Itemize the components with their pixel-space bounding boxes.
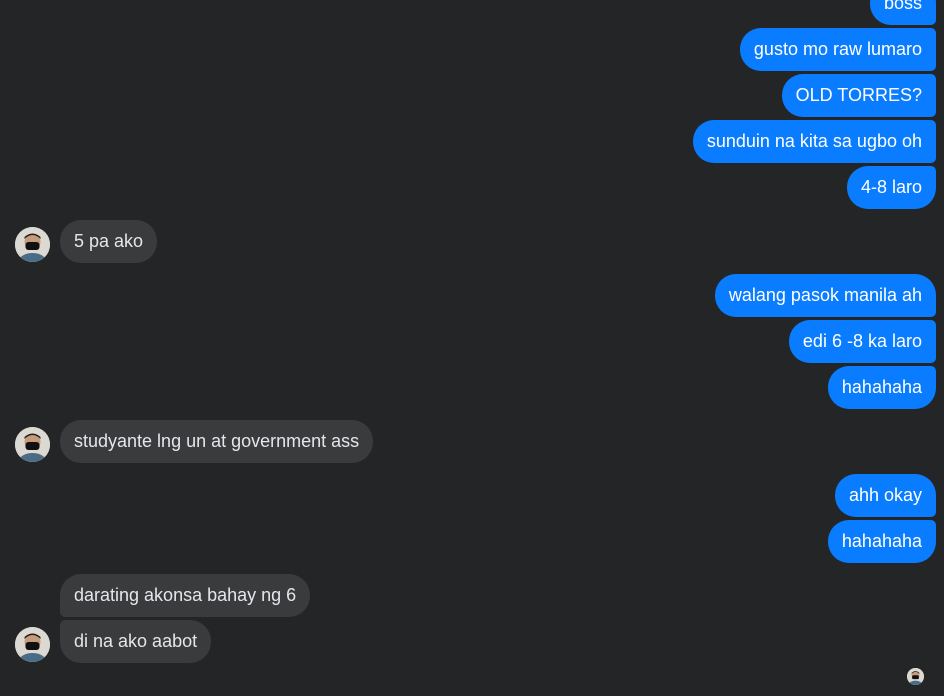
message-bubble-incoming[interactable]: darating akonsa bahay ng 6 [60,574,311,617]
message-bubble-incoming[interactable]: studyante lng un at government ass [60,420,374,463]
message-bubble-outgoing[interactable]: sunduin na kita sa ugbo oh [692,120,936,163]
message-bubble-outgoing[interactable]: hahahaha [827,366,936,409]
message-bubble-outgoing[interactable]: ahh okay [834,474,936,517]
message-bubble-outgoing[interactable]: edi 6 -8 ka laro [788,320,936,363]
contact-avatar-icon[interactable] [15,227,50,262]
seen-avatar-icon [907,668,924,685]
message-bubble-outgoing[interactable]: gusto mo raw lumaro [739,28,936,71]
contact-avatar-icon[interactable] [15,627,50,662]
message-thread: boss gusto mo raw lumaro OLD TORRES? sun… [0,0,944,696]
message-bubble-incoming[interactable]: di na ako aabot [60,620,212,663]
message-bubble-outgoing[interactable]: 4-8 laro [846,166,936,209]
contact-avatar-icon[interactable] [15,427,50,462]
message-bubble-outgoing[interactable]: OLD TORRES? [781,74,936,117]
message-bubble-outgoing[interactable]: walang pasok manila ah [714,274,936,317]
message-bubble-incoming[interactable]: 5 pa ako [60,220,158,263]
message-bubble-outgoing[interactable]: hahahaha [827,520,936,563]
message-bubble-outgoing[interactable]: boss [869,0,936,25]
